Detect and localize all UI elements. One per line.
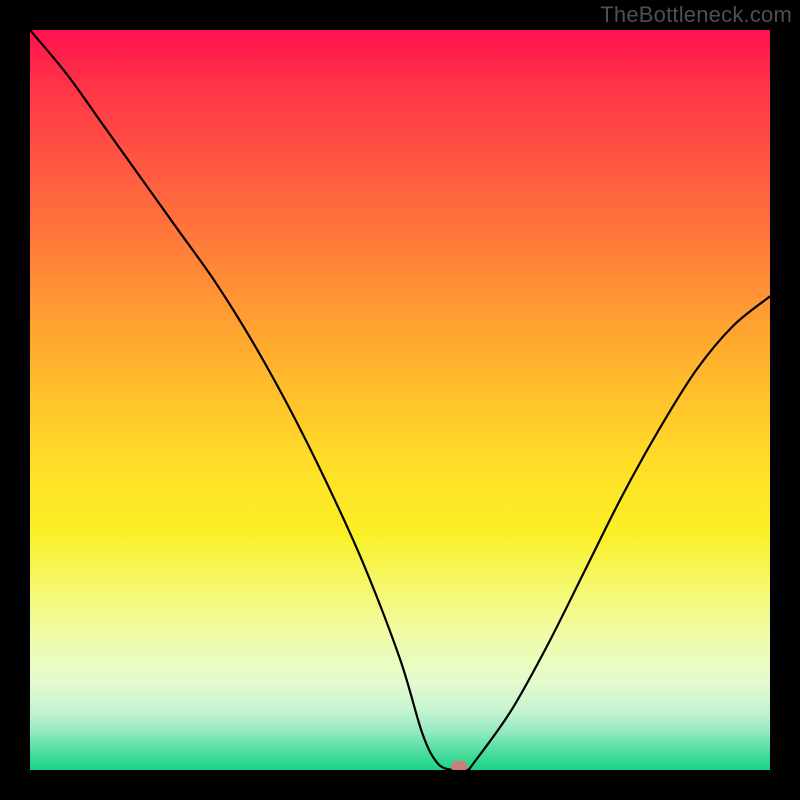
optimum-marker <box>451 761 467 770</box>
chart-svg <box>30 30 770 770</box>
watermark-text: TheBottleneck.com <box>600 2 792 28</box>
bottleneck-curve <box>30 30 770 770</box>
plot-area <box>30 30 770 770</box>
chart-frame: TheBottleneck.com <box>0 0 800 800</box>
